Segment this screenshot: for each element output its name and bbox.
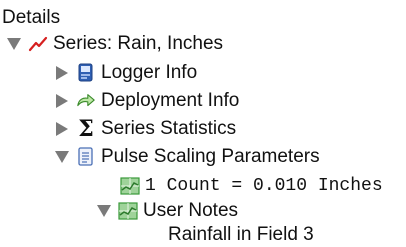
document-icon [76,147,96,167]
green-arrow-icon [76,91,96,111]
disclosure-collapsed-icon[interactable] [54,93,70,109]
tree-node-user-notes[interactable]: User Notes [96,199,238,223]
tree-node-series[interactable]: Series: Rain, Inches [6,32,223,56]
tree-node-note-text[interactable]: Rainfall in Field 3 [168,223,314,247]
details-tree: Details Series: Rain, Inches Logger Info [0,0,406,245]
disclosure-expanded-icon[interactable] [96,203,112,219]
logger-device-icon [76,63,96,83]
green-chart-icon [120,176,140,196]
user-note-text: Rainfall in Field 3 [168,224,314,245]
disclosure-collapsed-icon[interactable] [54,65,70,81]
red-line-chart-icon [28,34,48,54]
details-heading-label: Details [2,7,61,28]
tree-node-series-statistics[interactable]: Σ Series Statistics [54,117,236,141]
count-scaling-label: 1 Count = 0.010 Inches [145,176,383,196]
tree-node-pulse-scaling-parameters[interactable]: Pulse Scaling Parameters [54,145,320,169]
tree-node-count-scaling[interactable]: 1 Count = 0.010 Inches [120,174,383,198]
series-label: Series: Rain, Inches [53,33,224,54]
disclosure-expanded-icon[interactable] [54,149,70,165]
details-heading: Details [2,6,60,30]
sigma-icon: Σ [78,116,94,142]
logger-info-label: Logger Info [101,62,198,83]
disclosure-expanded-icon[interactable] [6,36,22,52]
deployment-info-label: Deployment Info [101,90,240,111]
series-statistics-label: Series Statistics [101,118,237,139]
disclosure-collapsed-icon[interactable] [54,121,70,137]
pulse-scaling-parameters-label: Pulse Scaling Parameters [101,146,320,167]
green-chart-icon [118,201,138,221]
tree-node-logger-info[interactable]: Logger Info [54,61,197,85]
user-notes-label: User Notes [143,200,239,221]
tree-node-deployment-info[interactable]: Deployment Info [54,89,239,113]
